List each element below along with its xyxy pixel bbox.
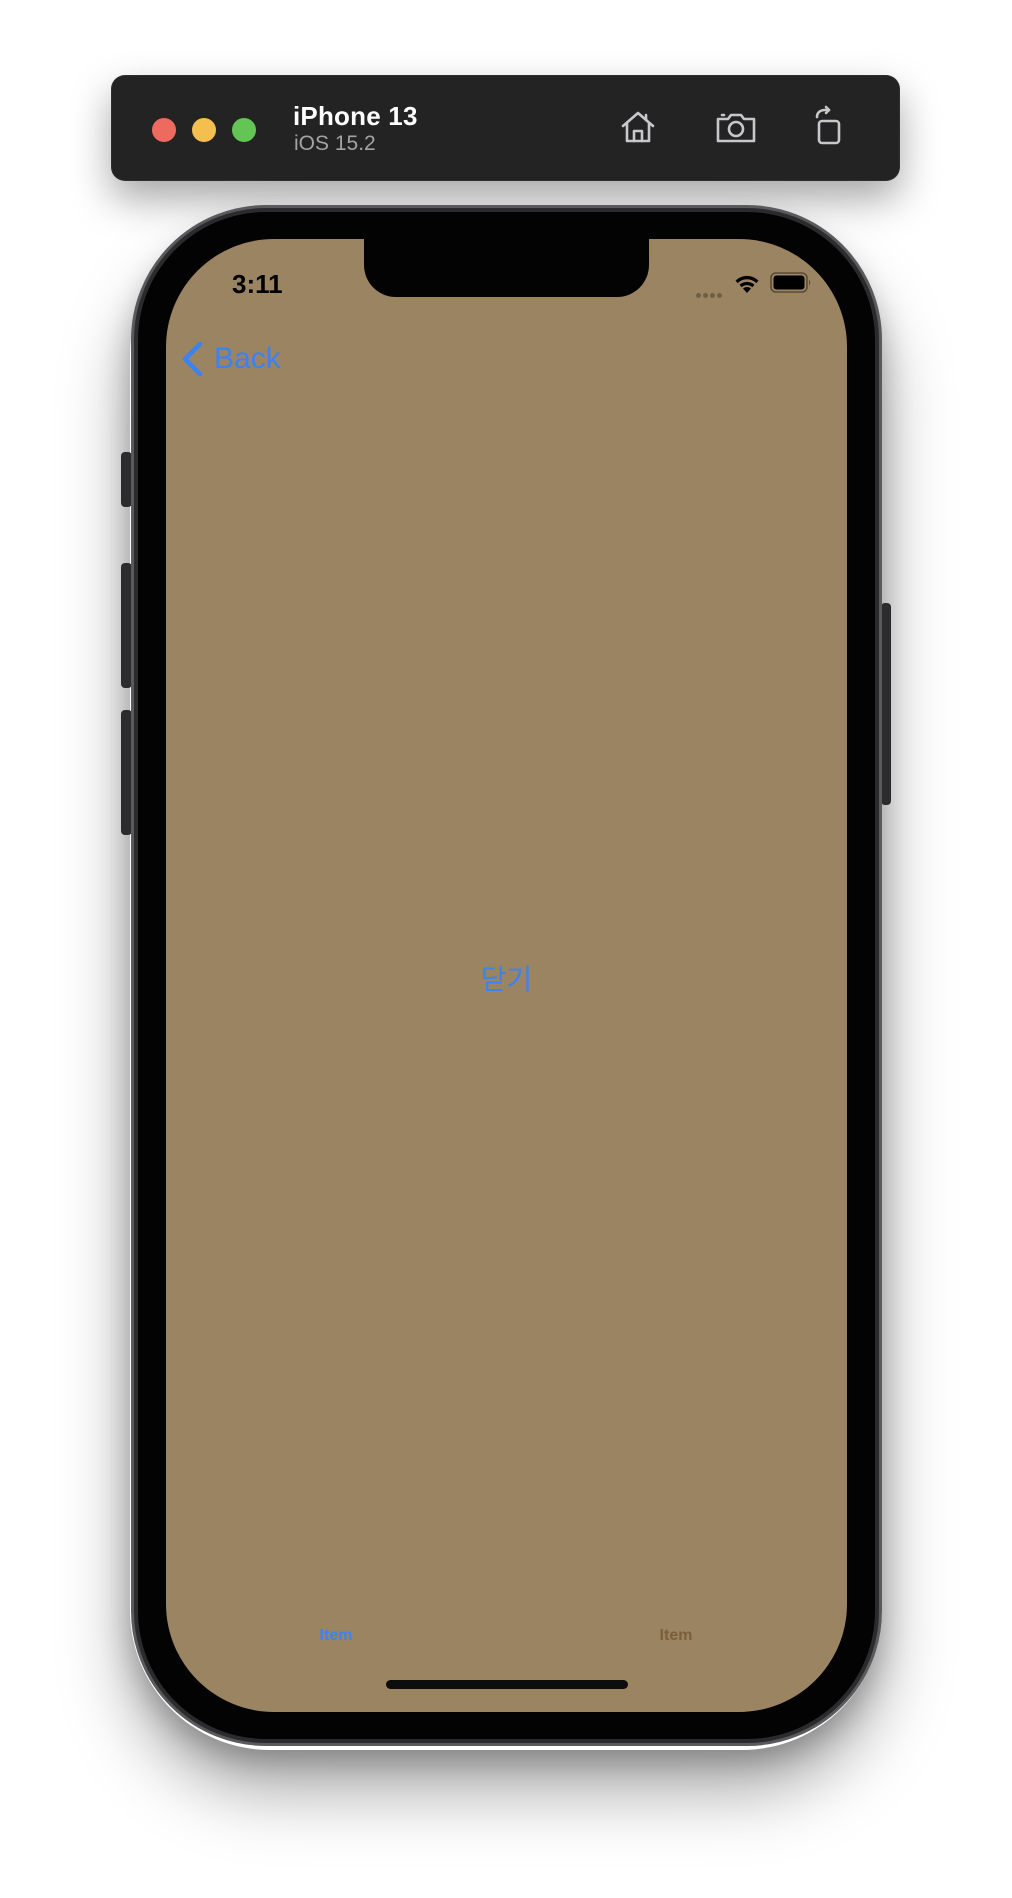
close-window-button[interactable] (152, 118, 176, 142)
device-screen: 3:11 Back 닫기 Item Item (166, 239, 847, 1712)
home-indicator[interactable] (386, 1680, 628, 1689)
back-button[interactable]: Back (180, 339, 281, 379)
simulator-stage: iPhone 13 iOS 15.2 3:11 Back 닫기 Item Ite… (0, 0, 1012, 1898)
zoom-window-button[interactable] (232, 118, 256, 142)
device-name: iPhone 13 (293, 101, 418, 131)
tab-item-1[interactable]: Item (236, 1627, 436, 1645)
screenshot-icon[interactable] (714, 105, 758, 149)
rotate-icon[interactable] (807, 105, 851, 149)
signal-dots-icon (696, 285, 728, 298)
wifi-icon (735, 275, 759, 293)
close-button[interactable]: 닫기 (166, 958, 847, 998)
status-time: 3:11 (232, 269, 283, 299)
home-icon[interactable] (616, 105, 660, 149)
simulator-toolbar: iPhone 13 iOS 15.2 (111, 75, 900, 181)
minimize-window-button[interactable] (192, 118, 216, 142)
tab-item-2[interactable]: Item (576, 1627, 776, 1645)
chevron-left-icon (182, 341, 203, 377)
power-button (881, 603, 891, 805)
os-version: iOS 15.2 (294, 132, 376, 155)
battery-icon (770, 272, 811, 293)
back-label: Back (214, 342, 281, 375)
notch (364, 239, 649, 297)
